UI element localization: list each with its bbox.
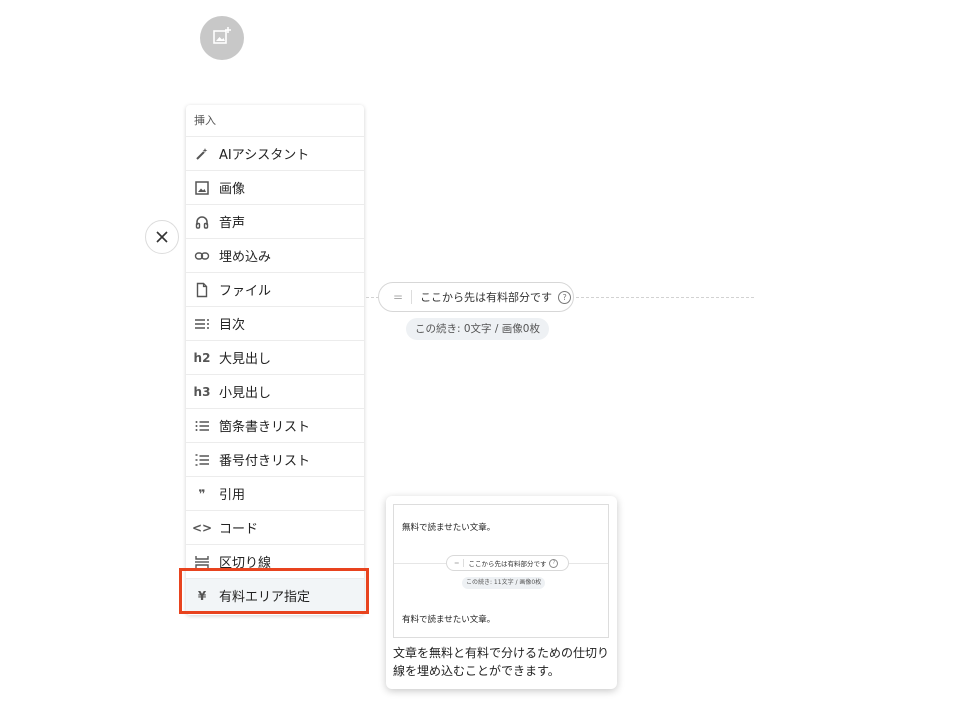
headphones-icon <box>194 214 210 230</box>
menu-item-numbered-list[interactable]: 番号付きリスト <box>186 443 364 477</box>
add-image-icon <box>212 26 232 50</box>
link-icon <box>194 248 210 264</box>
close-menu-button[interactable] <box>145 220 179 254</box>
toc-icon <box>194 316 210 332</box>
drag-handle-icon[interactable]: = <box>393 290 403 304</box>
menu-item-label: 小見出し <box>219 386 272 401</box>
tooltip-preview: 無料で読ませたい文章。 = ここから先は有料部分です ? この続き: 11文字 … <box>393 504 609 638</box>
paid-divider-pill[interactable]: = ここから先は有料部分です ? <box>378 282 574 312</box>
menu-item-small-heading[interactable]: h3 小見出し <box>186 375 364 409</box>
menu-item-code[interactable]: <> コード <box>186 511 364 545</box>
menu-item-label: 箇条書きリスト <box>219 420 311 435</box>
h3-icon: h3 <box>193 384 211 399</box>
paid-divider-label: ここから先は有料部分です <box>420 291 553 304</box>
menu-item-label: ファイル <box>219 284 272 299</box>
menu-item-label: コード <box>219 522 259 537</box>
file-icon <box>194 282 210 298</box>
insert-menu: 挿入 AIアシスタント 画像 音声 埋め込み ファイル 目次 h2 大見出し h… <box>186 105 364 615</box>
preview-separator <box>463 559 465 567</box>
code-icon: <> <box>191 520 213 535</box>
menu-item-toc[interactable]: 目次 <box>186 307 364 341</box>
menu-item-file[interactable]: ファイル <box>186 273 364 307</box>
menu-item-label: 埋め込み <box>219 250 272 265</box>
menu-item-quote[interactable]: ❞ 引用 <box>186 477 364 511</box>
close-icon <box>156 228 168 247</box>
bullet-list-icon <box>194 418 210 434</box>
preview-divider-label: ここから先は有料部分です <box>468 560 547 568</box>
menu-item-bullet-list[interactable]: 箇条書きリスト <box>186 409 364 443</box>
menu-item-label: 番号付きリスト <box>219 454 311 469</box>
add-image-button[interactable] <box>200 16 244 60</box>
preview-paid-text: 有料で読ませたい文章。 <box>402 615 496 625</box>
menu-item-label: 画像 <box>219 182 246 197</box>
highlight-outline <box>179 568 369 614</box>
magic-wand-icon <box>194 146 210 162</box>
paid-area-tooltip: 無料で読ませたい文章。 = ここから先は有料部分です ? この続き: 11文字 … <box>386 496 617 689</box>
menu-item-label: 引用 <box>219 488 246 503</box>
preview-help-icon: ? <box>549 558 559 568</box>
preview-handle-icon: = <box>454 559 460 567</box>
menu-item-label: 目次 <box>219 318 246 333</box>
numbered-list-icon <box>194 452 210 468</box>
image-icon <box>194 180 210 196</box>
preview-free-text: 無料で読ませたい文章。 <box>402 523 496 533</box>
menu-item-audio[interactable]: 音声 <box>186 205 364 239</box>
preview-divider-pill: = ここから先は有料部分です ? <box>446 555 569 571</box>
insert-menu-header: 挿入 <box>186 105 364 137</box>
preview-remaining-badge: この続き: 11文字 / 画像0枚 <box>462 577 546 589</box>
menu-item-large-heading[interactable]: h2 大見出し <box>186 341 364 375</box>
tooltip-description: 文章を無料と有料で分けるための仕切り線を埋め込むことができます。 <box>393 646 610 678</box>
h2-icon: h2 <box>193 350 211 365</box>
help-icon[interactable]: ? <box>558 290 572 304</box>
quote-icon: ❞ <box>198 486 206 501</box>
menu-item-label: AIアシスタント <box>219 148 310 163</box>
menu-item-image[interactable]: 画像 <box>186 171 364 205</box>
menu-item-ai-assistant[interactable]: AIアシスタント <box>186 137 364 171</box>
remaining-count-badge: この続き: 0文字 / 画像0枚 <box>406 318 549 340</box>
menu-item-label: 大見出し <box>219 352 272 367</box>
menu-item-label: 音声 <box>219 216 246 231</box>
menu-item-embed[interactable]: 埋め込み <box>186 239 364 273</box>
pill-separator <box>411 290 413 304</box>
